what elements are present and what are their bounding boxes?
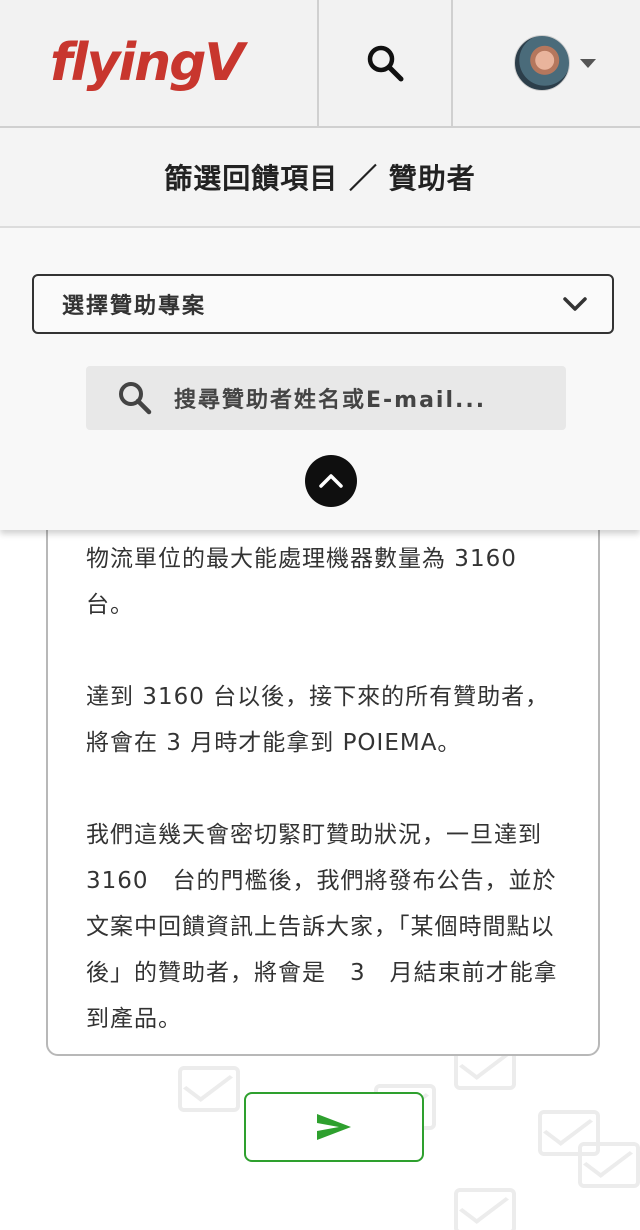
avatar bbox=[513, 35, 570, 91]
filter-header: 篩選回饋項目 ／ 贊助者 bbox=[0, 128, 640, 228]
search-icon bbox=[119, 382, 152, 415]
logo-link[interactable]: flyingV bbox=[0, 0, 319, 126]
chevron-down-icon bbox=[563, 297, 587, 311]
user-menu-button[interactable] bbox=[453, 0, 640, 126]
envelope-icon bbox=[178, 1066, 240, 1112]
send-icon bbox=[317, 1114, 351, 1140]
project-select[interactable]: 選擇贊助專案 bbox=[32, 274, 614, 334]
message-paragraph: 達到 3160 台以後，接下來的所有贊助者，將會在 3 月時才能拿到 POIEM… bbox=[86, 684, 550, 756]
caret-down-icon bbox=[579, 58, 596, 68]
message-body: 物流單位的最大能處理機器數量為 3160 台。 達到 3160 台以後，接下來的… bbox=[86, 536, 566, 1042]
envelope-icon bbox=[578, 1142, 640, 1188]
search-icon bbox=[367, 45, 404, 82]
envelope-icon bbox=[454, 1188, 516, 1230]
project-select-label: 選擇贊助專案 bbox=[62, 294, 207, 319]
flyingv-logo: flyingV bbox=[50, 33, 245, 93]
search-placeholder: 搜尋贊助者姓名或E-mail... bbox=[174, 388, 487, 413]
sponsor-search-input[interactable]: 搜尋贊助者姓名或E-mail... bbox=[86, 366, 566, 430]
collapse-filter-button[interactable] bbox=[305, 455, 357, 507]
message-paragraph: 我們這幾天會密切緊盯贊助狀況，一旦達到 3160 台的門檻後，我們將發布公告，並… bbox=[86, 822, 558, 1032]
chevron-up-icon bbox=[319, 474, 343, 488]
message-card: 物流單位的最大能處理機器數量為 3160 台。 達到 3160 台以後，接下來的… bbox=[46, 500, 600, 1056]
message-paragraph: 物流單位的最大能處理機器數量為 3160 台。 bbox=[86, 546, 517, 618]
filter-title: 篩選回饋項目 ／ 贊助者 bbox=[164, 162, 476, 195]
filter-panel: 選擇贊助專案 搜尋贊助者姓名或E-mail... bbox=[0, 228, 640, 530]
top-navigation: flyingV bbox=[0, 0, 640, 128]
send-button[interactable] bbox=[244, 1092, 424, 1162]
search-button[interactable] bbox=[319, 0, 453, 126]
